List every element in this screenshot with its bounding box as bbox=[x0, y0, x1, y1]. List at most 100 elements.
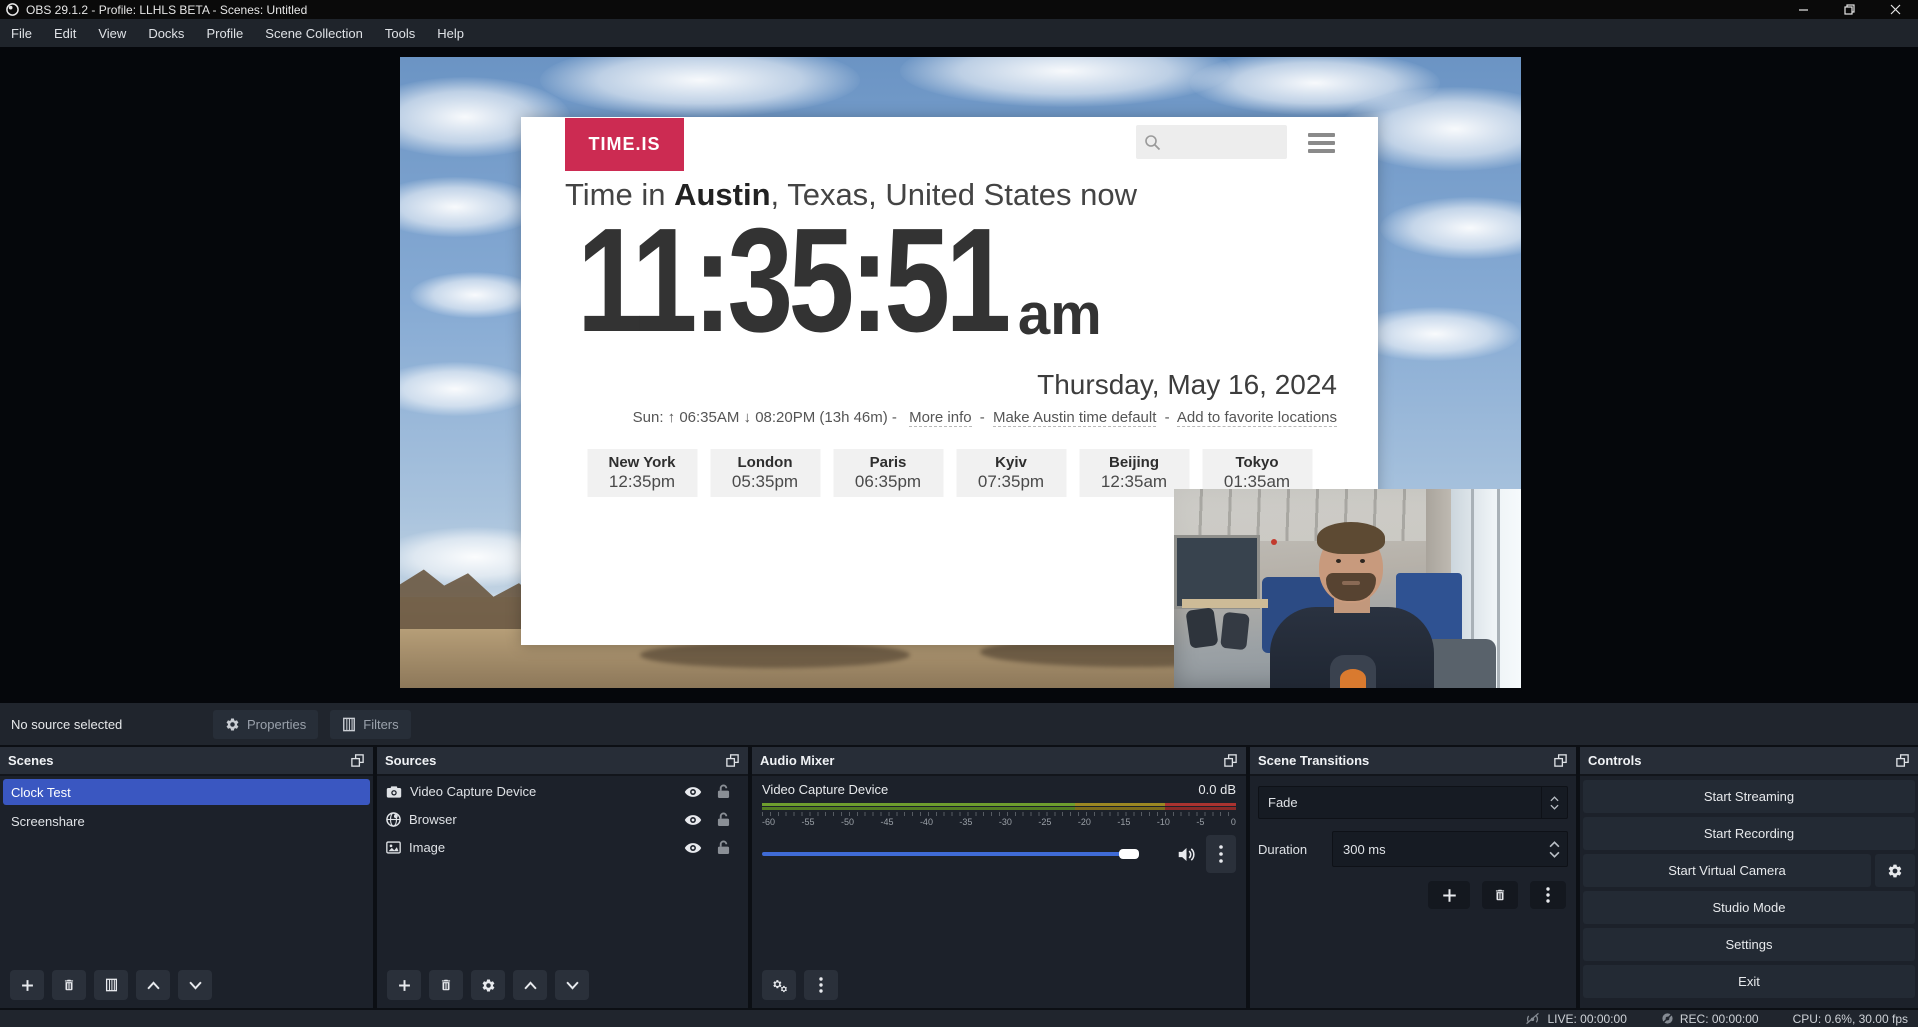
lock-icon[interactable] bbox=[708, 784, 738, 799]
cloud bbox=[1380, 197, 1521, 259]
cloud bbox=[540, 57, 860, 117]
volume-slider-handle[interactable] bbox=[1119, 849, 1139, 859]
scenes-title: Scenes bbox=[8, 753, 54, 768]
source-row-image[interactable]: Image bbox=[377, 835, 748, 860]
clock: 11:35:51 am bbox=[577, 203, 1102, 358]
menu-file[interactable]: File bbox=[0, 19, 43, 47]
remove-transition-button[interactable] bbox=[1482, 881, 1518, 909]
popout-icon[interactable] bbox=[1895, 753, 1910, 768]
lock-icon[interactable] bbox=[708, 812, 738, 827]
transition-selected-value: Fade bbox=[1259, 795, 1541, 810]
duration-label: Duration bbox=[1258, 842, 1332, 857]
properties-button[interactable]: Properties bbox=[213, 710, 318, 739]
add-scene-button[interactable] bbox=[10, 970, 44, 1000]
popout-icon[interactable] bbox=[1223, 753, 1238, 768]
volume-slider[interactable] bbox=[762, 843, 1167, 865]
city-beijing[interactable]: Beijing12:35am bbox=[1079, 449, 1189, 497]
virtual-camera-settings-button[interactable] bbox=[1875, 854, 1915, 887]
city-kyiv[interactable]: Kyiv07:35pm bbox=[956, 449, 1066, 497]
search-input[interactable] bbox=[1167, 134, 1277, 150]
meter-tick-labels: -60-55-50-45-40-35-30-25-20-15-10-50 bbox=[762, 817, 1236, 827]
scene-up-button[interactable] bbox=[136, 970, 170, 1000]
city-new-york[interactable]: New York12:35pm bbox=[587, 449, 697, 497]
controls-title: Controls bbox=[1588, 753, 1641, 768]
start-virtual-camera-button[interactable]: Start Virtual Camera bbox=[1583, 854, 1871, 887]
add-transition-button[interactable] bbox=[1428, 881, 1470, 909]
speaker-icon[interactable] bbox=[1177, 846, 1196, 863]
city-london[interactable]: London05:35pm bbox=[710, 449, 820, 497]
transitions-title: Scene Transitions bbox=[1258, 753, 1369, 768]
popout-icon[interactable] bbox=[1553, 753, 1568, 768]
settings-button[interactable]: Settings bbox=[1583, 928, 1915, 961]
cloud bbox=[400, 362, 535, 416]
menu-tools[interactable]: Tools bbox=[374, 19, 426, 47]
close-button[interactable] bbox=[1872, 0, 1918, 19]
more-info-link[interactable]: More info bbox=[909, 409, 972, 427]
current-date: Thursday, May 16, 2024 bbox=[1037, 369, 1337, 401]
office-chair bbox=[1185, 607, 1218, 649]
scene-filters-button[interactable] bbox=[94, 970, 128, 1000]
add-favorite-link[interactable]: Add to favorite locations bbox=[1177, 409, 1337, 427]
search-box[interactable] bbox=[1136, 125, 1287, 159]
filters-button[interactable]: Filters bbox=[330, 710, 410, 739]
timeis-logo[interactable]: TIME.IS bbox=[565, 118, 684, 171]
webcam-overlay[interactable] bbox=[1174, 489, 1521, 688]
office-chair bbox=[1220, 612, 1250, 651]
menu-scene-collection[interactable]: Scene Collection bbox=[254, 19, 374, 47]
studio-mode-button[interactable]: Studio Mode bbox=[1583, 891, 1915, 924]
source-properties-button[interactable] bbox=[471, 970, 505, 1000]
popout-icon[interactable] bbox=[725, 753, 740, 768]
preview-canvas[interactable]: TIME.IS Time in Austin, Texas, United St… bbox=[400, 57, 1521, 688]
clock-time: 11:35:51 bbox=[577, 203, 1007, 358]
lock-icon[interactable] bbox=[708, 840, 738, 855]
filters-label: Filters bbox=[363, 717, 398, 732]
minimize-button[interactable] bbox=[1780, 0, 1826, 19]
visibility-eye-icon[interactable] bbox=[678, 786, 708, 798]
properties-label: Properties bbox=[247, 717, 306, 732]
restore-button[interactable] bbox=[1826, 0, 1872, 19]
scene-item-clock-test[interactable]: Clock Test bbox=[3, 779, 370, 805]
source-up-button[interactable] bbox=[513, 970, 547, 1000]
menu-profile[interactable]: Profile bbox=[195, 19, 254, 47]
obs-logo-icon bbox=[6, 3, 19, 16]
mixer-menu-button[interactable] bbox=[804, 970, 838, 1000]
start-recording-button[interactable]: Start Recording bbox=[1583, 817, 1915, 850]
popout-icon[interactable] bbox=[350, 753, 365, 768]
source-row-browser[interactable]: Browser bbox=[377, 807, 748, 832]
scene-down-button[interactable] bbox=[178, 970, 212, 1000]
start-streaming-button[interactable]: Start Streaming bbox=[1583, 780, 1915, 813]
person-mouth bbox=[1342, 581, 1360, 585]
menu-help[interactable]: Help bbox=[426, 19, 475, 47]
spinner-arrows[interactable] bbox=[1541, 841, 1567, 858]
source-row-video-capture[interactable]: Video Capture Device bbox=[377, 779, 748, 804]
hamburger-menu-icon[interactable] bbox=[1308, 133, 1335, 153]
record-icon bbox=[1661, 1012, 1674, 1025]
add-source-button[interactable] bbox=[387, 970, 421, 1000]
office-glass-wall bbox=[1174, 535, 1260, 609]
live-timer: LIVE: 00:00:00 bbox=[1547, 1012, 1626, 1026]
make-default-link[interactable]: Make Austin time default bbox=[993, 409, 1156, 427]
menu-docks[interactable]: Docks bbox=[137, 19, 195, 47]
remove-scene-button[interactable] bbox=[52, 970, 86, 1000]
exit-button[interactable]: Exit bbox=[1583, 965, 1915, 998]
visibility-eye-icon[interactable] bbox=[678, 842, 708, 854]
menu-edit[interactable]: Edit bbox=[43, 19, 87, 47]
source-down-button[interactable] bbox=[555, 970, 589, 1000]
person-hair bbox=[1317, 522, 1385, 554]
menu-bar: File Edit View Docks Profile Scene Colle… bbox=[0, 19, 1918, 47]
visibility-eye-icon[interactable] bbox=[678, 814, 708, 826]
duration-spinbox[interactable]: 300 ms bbox=[1332, 831, 1568, 867]
transition-menu-button[interactable] bbox=[1530, 881, 1566, 909]
menu-view[interactable]: View bbox=[87, 19, 137, 47]
scene-item-screenshare[interactable]: Screenshare bbox=[3, 808, 370, 834]
mixer-channel-menu-button[interactable] bbox=[1206, 835, 1236, 873]
source-label: Image bbox=[409, 840, 678, 855]
audio-mixer-dock: Audio Mixer Video Capture Device 0.0 dB … bbox=[752, 747, 1246, 1008]
chevron-updown-icon bbox=[1541, 787, 1567, 818]
transition-select[interactable]: Fade bbox=[1258, 786, 1568, 819]
city-paris[interactable]: Paris06:35pm bbox=[833, 449, 943, 497]
remove-source-button[interactable] bbox=[429, 970, 463, 1000]
clock-ampm: am bbox=[1018, 281, 1102, 348]
sun-times: Sun: ↑ 06:35AM ↓ 08:20PM (13h 46m) - bbox=[633, 409, 897, 426]
advanced-audio-button[interactable] bbox=[762, 970, 796, 1000]
